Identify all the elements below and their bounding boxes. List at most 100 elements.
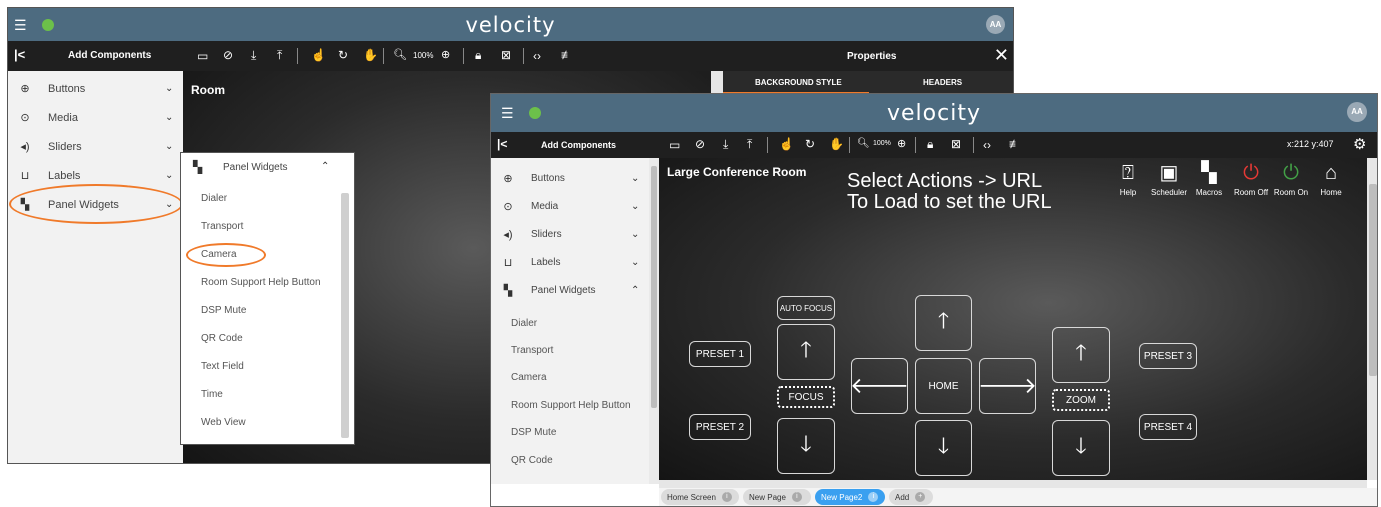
list-item[interactable]: QR Code bbox=[511, 455, 553, 466]
code-icon[interactable]: ‹› bbox=[533, 49, 541, 63]
preview-icon[interactable]: ▭ bbox=[197, 49, 208, 63]
scroll-thumb[interactable] bbox=[1369, 184, 1377, 376]
tab-background-style[interactable]: BACKGROUND STYLE bbox=[755, 78, 842, 87]
sidebar-item-buttons[interactable]: ⊕ Buttons ⌄ bbox=[491, 164, 649, 192]
tab-new-page[interactable]: New Page i bbox=[743, 489, 811, 505]
list-item[interactable]: Dialer bbox=[511, 318, 537, 329]
room-off-button[interactable]: ⏻ Room Off bbox=[1229, 162, 1273, 197]
popup-scrollbar[interactable] bbox=[341, 193, 349, 438]
instruction-line-2: To Load to set the URL bbox=[847, 191, 1052, 213]
tab-add[interactable]: Add + bbox=[889, 489, 933, 505]
list-item[interactable]: Transport bbox=[201, 221, 243, 232]
grid-icon[interactable]: ⊠ bbox=[951, 137, 961, 151]
preset-4-button[interactable]: PRESET 4 bbox=[1139, 414, 1197, 440]
avatar[interactable]: AA bbox=[986, 15, 1005, 34]
list-item[interactable]: QR Code bbox=[201, 333, 243, 344]
tilt-up-button[interactable]: 🡑 bbox=[915, 295, 972, 351]
collapse-icon[interactable]: |< bbox=[497, 137, 507, 151]
chevron-up-icon: ⌃ bbox=[631, 284, 640, 296]
grid-icon[interactable]: ⊠ bbox=[501, 48, 511, 62]
code-icon[interactable]: ‹› bbox=[983, 138, 991, 152]
list-item[interactable]: Room Support Help Button bbox=[201, 277, 321, 288]
list-item[interactable]: Transport bbox=[511, 345, 553, 356]
list-item[interactable]: Time bbox=[201, 389, 223, 400]
arrow-down-icon: 🡓 bbox=[937, 433, 950, 458]
preset-2-button[interactable]: PRESET 2 bbox=[689, 414, 751, 440]
preset-3-button[interactable]: PRESET 3 bbox=[1139, 343, 1197, 369]
hand-icon[interactable]: ✋ bbox=[829, 137, 844, 151]
disable-icon[interactable]: ⊘ bbox=[695, 137, 705, 151]
list-item[interactable]: Dialer bbox=[201, 193, 227, 204]
tab-new-page2[interactable]: New Page2 i bbox=[815, 489, 885, 505]
help-button[interactable]: ⍰ Help bbox=[1113, 162, 1143, 197]
sidebar-scrollbar[interactable] bbox=[649, 158, 659, 484]
disable-icon[interactable]: ⊘ bbox=[223, 48, 233, 62]
canvas[interactable]: Large Conference Room Select Actions -> … bbox=[659, 158, 1367, 480]
sidebar-item-media[interactable]: ⊙ Media ⌄ bbox=[491, 192, 649, 220]
focus-up-button[interactable]: 🡑 bbox=[777, 324, 835, 380]
lock-icon[interactable]: 🔒︎ bbox=[927, 137, 933, 152]
close-icon[interactable]: ✕ bbox=[994, 45, 1009, 66]
hand-icon[interactable]: ✋ bbox=[363, 48, 378, 62]
home-icon: ⌂ bbox=[1324, 162, 1338, 184]
sidebar-item-labels[interactable]: ⊔ Labels ⌄ bbox=[491, 248, 649, 276]
chevron-up-icon[interactable]: ⌃ bbox=[321, 161, 329, 172]
pan-left-button[interactable]: 🡐 bbox=[850, 358, 909, 414]
tilt-down-button[interactable]: 🡓 bbox=[915, 420, 972, 476]
auto-focus-button[interactable]: AUTO FOCUS bbox=[777, 296, 835, 320]
list-item[interactable]: Text Field bbox=[201, 361, 244, 372]
refresh-icon[interactable]: ↻ bbox=[338, 48, 348, 62]
sidebar-item-media[interactable]: ⊙ Media ⌄ bbox=[8, 103, 183, 132]
preset-1-button[interactable]: PRESET 1 bbox=[689, 341, 751, 367]
list-item[interactable]: Camera bbox=[511, 372, 547, 383]
sidebar: ⊕ Buttons ⌄ ⊙ Media ⌄ ◂) Sliders ⌄ ⊔ Labels ⌄ ▚ P… bbox=[491, 158, 649, 484]
touch-icon[interactable]: ☝ bbox=[311, 48, 326, 62]
zoom-out-icon[interactable]: 🔍︎ bbox=[393, 48, 407, 61]
sidebar-item-buttons[interactable]: ⊕ Buttons ⌄ bbox=[8, 74, 183, 103]
download-icon[interactable]: ⤓ bbox=[723, 137, 728, 152]
touch-icon[interactable]: ☝ bbox=[779, 137, 794, 151]
plus-icon[interactable]: + bbox=[915, 492, 926, 502]
info-icon[interactable]: i bbox=[791, 492, 802, 502]
download-icon[interactable]: ⤓ bbox=[251, 48, 256, 63]
toolbar: ▭ ⊘ ⤓ ⤒ ☝ ↻ ✋ 🔍︎ 100% ⊕ 🔒︎ ⊠ ‹› ≢ x:212 … bbox=[659, 132, 1377, 158]
preview-icon[interactable]: ▭ bbox=[669, 138, 680, 152]
gear-icon[interactable]: ⚙ bbox=[1353, 135, 1366, 153]
zoom-in-icon[interactable]: ⊕ bbox=[897, 137, 906, 150]
room-on-button[interactable]: ⏻ Room On bbox=[1269, 162, 1313, 197]
zoom-in-button[interactable]: 🡑 bbox=[1052, 327, 1110, 383]
settings-sliders-icon[interactable]: ≢ bbox=[561, 48, 573, 62]
zoom-out-button[interactable]: 🡓 bbox=[1052, 420, 1110, 476]
settings-sliders-icon[interactable]: ≢ bbox=[1009, 137, 1021, 151]
home-camera-button[interactable]: HOME bbox=[915, 358, 972, 414]
scroll-thumb[interactable] bbox=[651, 166, 657, 408]
collapse-icon[interactable]: |< bbox=[14, 47, 25, 62]
home-button[interactable]: ⌂ Home bbox=[1313, 162, 1349, 197]
sidebar-item-sliders[interactable]: ◂) Sliders ⌄ bbox=[8, 132, 183, 161]
focus-down-button[interactable]: 🡓 bbox=[777, 418, 835, 474]
canvas-scrollbar[interactable] bbox=[1367, 158, 1377, 480]
list-item[interactable]: DSP Mute bbox=[511, 427, 556, 438]
tab-headers[interactable]: HEADERS bbox=[923, 78, 962, 87]
upload-icon[interactable]: ⤒ bbox=[277, 48, 282, 63]
tab-home-screen[interactable]: Home Screen i bbox=[661, 489, 739, 505]
info-icon[interactable]: i bbox=[721, 492, 732, 502]
canvas-hscrollbar[interactable] bbox=[659, 480, 1367, 488]
zoom-out-icon[interactable]: 🔍︎ bbox=[857, 138, 870, 149]
zoom-in-icon[interactable]: ⊕ bbox=[441, 48, 450, 61]
list-item[interactable]: DSP Mute bbox=[201, 305, 246, 316]
info-icon[interactable]: i bbox=[868, 492, 879, 502]
list-item[interactable]: Web View bbox=[201, 417, 246, 428]
sidebar-item-sliders[interactable]: ◂) Sliders ⌄ bbox=[491, 220, 649, 248]
pan-right-button[interactable]: 🡒 bbox=[978, 358, 1037, 414]
lock-icon[interactable]: 🔒︎ bbox=[475, 48, 481, 63]
sidebar-item-panel-widgets[interactable]: ▚ Panel Widgets ⌃ bbox=[491, 276, 649, 304]
refresh-icon[interactable]: ↻ bbox=[805, 137, 815, 151]
upload-icon[interactable]: ⤒ bbox=[747, 137, 752, 152]
popup-title[interactable]: Panel Widgets bbox=[223, 162, 287, 173]
macros-button[interactable]: ▚ Macros bbox=[1191, 162, 1227, 197]
scheduler-button[interactable]: ▣ Scheduler bbox=[1147, 162, 1191, 197]
avatar[interactable]: AA bbox=[1347, 102, 1367, 122]
instruction-line-1: Select Actions -> URL bbox=[847, 170, 1043, 192]
list-item[interactable]: Room Support Help Button bbox=[511, 400, 631, 411]
